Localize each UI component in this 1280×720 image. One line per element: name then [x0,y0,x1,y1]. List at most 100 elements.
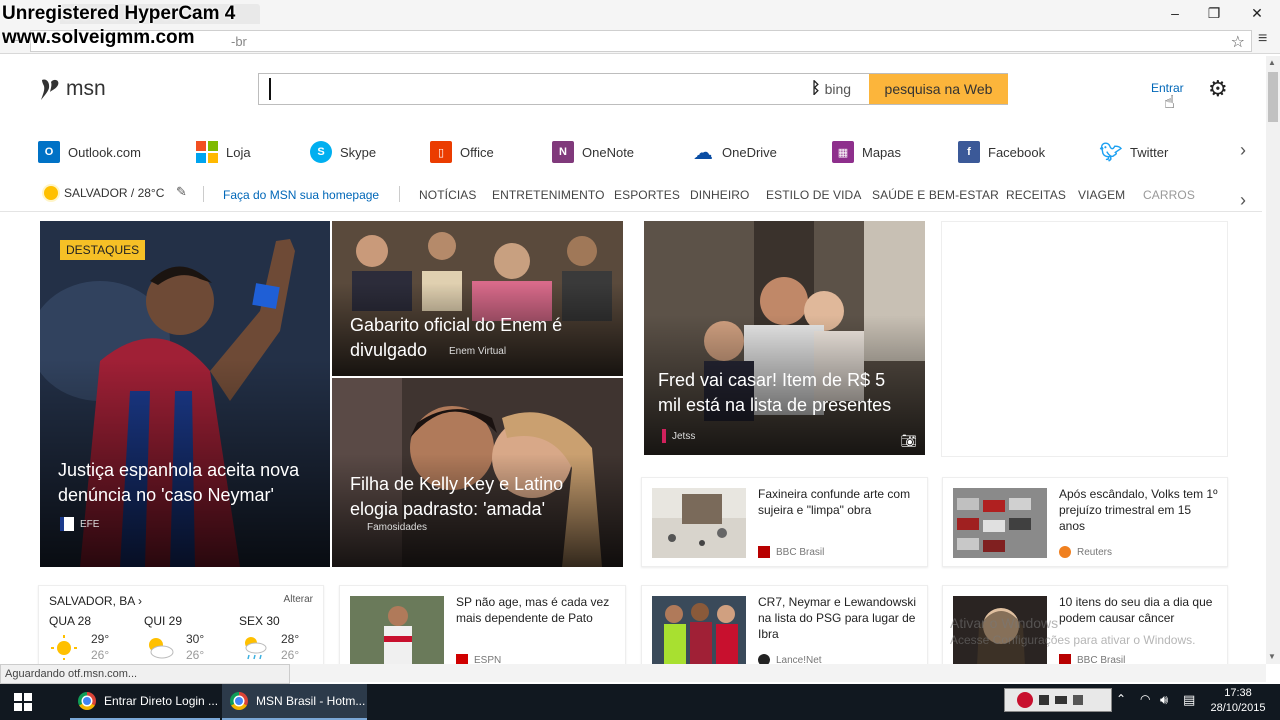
hero-top-right-tile[interactable]: Gabarito oficial do Enem é divulgado Ene… [332,221,623,376]
mic-icon[interactable] [1073,695,1083,705]
weather-location[interactable]: SALVADOR, BA › [49,594,142,608]
office-icon: ▯ [430,141,452,163]
app-label: Facebook [988,144,1046,160]
app-label: Loja [226,144,251,160]
homepage-link[interactable]: Faça do MSN sua homepage [223,188,379,202]
card-title: CR7, Neymar e Lewandowski na lista do PS… [758,595,917,641]
app-store[interactable]: Loja [196,140,251,164]
record-icon[interactable] [1017,692,1033,708]
msn-logo-text: msn [66,77,106,100]
news-card[interactable]: CR7, Neymar e Lewandowski na lista do PS… [641,585,928,665]
facebook-icon: f [958,141,980,163]
art-image [652,488,746,558]
vertical-scrollbar[interactable] [1266,56,1280,664]
rain-sun-icon [245,637,267,660]
chevron-right-icon[interactable]: › [1240,140,1246,161]
recorder-controls[interactable] [1004,688,1112,712]
twitter-icon: 🐦︎ [1099,141,1123,162]
featured-badge: DESTAQUES [60,240,146,260]
card-title: Faxineira confunde arte com sujeira e "l… [758,487,911,517]
app-facebook[interactable]: f Facebook [958,140,1045,164]
chrome-icon [78,692,96,710]
nav-dinheiro[interactable]: DINHEIRO [690,188,749,202]
app-onenote[interactable]: N OneNote [552,140,634,164]
outlook-icon: O [38,141,60,163]
maps-icon: ▦ [832,141,854,163]
app-label: Skype [340,144,377,160]
news-card[interactable]: Faxineira confunde arte com sujeira e "l… [641,477,928,567]
app-label: Mapas [862,144,902,160]
news-card[interactable]: SP não age, mas é cada vez mais dependen… [339,585,626,665]
players-image [652,596,746,664]
skype-icon: S [310,141,332,163]
nav-viagem[interactable]: VIAGEM [1078,188,1125,202]
nav-noticias[interactable]: NOTÍCIAS [419,188,476,202]
activate-windows-text: Acesse Configurações para ativar o Windo… [950,633,1196,647]
divider [399,186,400,202]
card-title: 10 itens do seu dia a dia que podem caus… [1059,595,1213,625]
app-label: OneDrive [722,144,777,160]
clock-date: 28/10/2015 [1210,702,1266,714]
nav-entretenimento[interactable]: ENTRETENIMENTO [492,188,605,202]
card-title: Após escândalo, Volks tem 1º prejuízo tr… [1059,487,1218,533]
nav-saude[interactable]: SAÚDE E BEM-ESTAR [872,188,999,202]
taskbar-item[interactable]: Entrar Direto Login ... [70,684,220,720]
bookmark-star-icon[interactable]: ☆ [1231,32,1245,52]
onenote-icon: N [552,141,574,163]
app-twitter[interactable]: 🐦︎ Twitter [1099,140,1169,164]
store-icon [196,141,218,163]
maximize-button[interactable]: ❐ [1203,4,1225,22]
windows-start-icon[interactable] [14,693,32,711]
minimize-button[interactable]: – [1164,4,1186,22]
app-onedrive[interactable]: ☁ OneDrive [692,140,777,164]
category-nav: SALVADOR / 28°C ✎ Faça do MSN sua homepa… [0,178,1262,212]
bing-icon: ᛒ [811,80,821,97]
clock-time: 17:38 [1224,687,1252,699]
nav-receitas[interactable]: RECEITAS [1006,188,1066,202]
weather-location-text: SALVADOR, BA [49,594,135,608]
edit-pencil-icon[interactable]: ✎ [176,184,187,200]
chevron-right-icon[interactable]: › [1240,190,1246,211]
app-skype[interactable]: S Skype [310,140,376,164]
app-outlook[interactable]: O Outlook.com [38,140,141,164]
gear-icon[interactable]: ⚙ [1208,76,1228,102]
card-source-label: Reuters [1077,546,1113,558]
camera-tray-icon[interactable] [1055,696,1067,704]
taskbar-item-active[interactable]: MSN Brasil - Hotm... [222,684,367,720]
cars-image [953,488,1047,558]
app-maps[interactable]: ▦ Mapas [832,140,901,164]
chevron-up-icon[interactable]: ⌃ [1116,692,1126,706]
app-label: OneNote [582,144,635,160]
app-office[interactable]: ▯ Office [430,140,494,164]
card-title: SP não age, mas é cada vez mais dependen… [456,595,610,625]
weather-card[interactable]: SALVADOR, BA › Alterar QUA 28 29° 26° QU… [38,585,324,665]
hero-main-tile[interactable]: DESTAQUES Justiça espanhola aceita nova … [40,221,330,567]
close-button[interactable]: ✕ [1246,4,1268,22]
msn-logo[interactable]: msn [38,76,106,102]
hero-bottom-right-tile[interactable]: Filha de Kelly Key e Latino elogia padra… [332,378,623,567]
news-card[interactable]: Após escândalo, Volks tem 1º prejuízo tr… [942,477,1228,567]
notification-icon[interactable]: ▤ [1183,692,1195,708]
tile-title: Fred vai casar! Item de R$ 5 mil está na… [658,370,892,415]
volume-icon[interactable]: 🔊︎ [1160,692,1168,708]
nav-carros[interactable]: CARROS [1143,188,1195,202]
browser-menu-icon[interactable]: ≡ [1258,30,1267,48]
scroll-down-icon[interactable]: ▼ [1268,652,1276,661]
tile-source: EFE [60,517,99,531]
weather-high: 30° [186,632,205,646]
nav-weather[interactable]: SALVADOR / 28°C [44,186,164,200]
web-search-button[interactable]: pesquisa na Web [869,74,1008,104]
nav-estilo-de-vida[interactable]: ESTILO DE VIDA [766,188,861,202]
scroll-up-icon[interactable]: ▲ [1268,58,1276,67]
weather-change-link[interactable]: Alterar [284,594,313,605]
horizontal-scrollbar[interactable] [290,664,1266,682]
search-input[interactable] [269,78,789,100]
network-icon[interactable]: ◠ [1140,692,1150,706]
nav-esportes[interactable]: ESPORTES [614,188,680,202]
bing-logo: ᛒ bing [811,80,851,98]
hand-cursor-icon: ☝ [1164,92,1175,112]
scrollbar-thumb[interactable] [1268,72,1278,122]
stop-icon[interactable] [1039,695,1049,705]
hero-feature-tile[interactable]: Fred vai casar! Item de R$ 5 mil está na… [644,221,925,455]
taskbar-clock[interactable]: 17:38 28/10/2015 [1210,686,1266,716]
